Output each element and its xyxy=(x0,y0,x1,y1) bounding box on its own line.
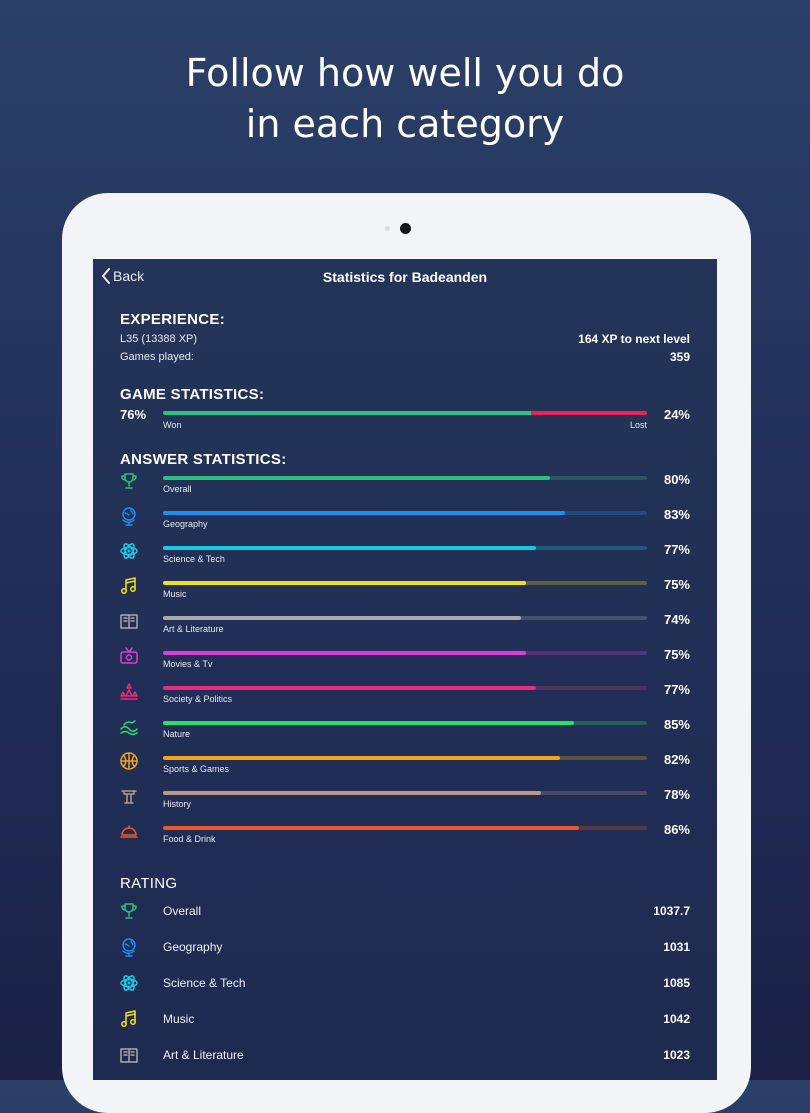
globe-icon xyxy=(119,937,139,957)
rating-category-label: Music xyxy=(163,1012,195,1026)
society-icon xyxy=(119,681,139,701)
promo-headline: Follow how well you do in each category xyxy=(0,48,810,150)
page-title: Statistics for Badeanden xyxy=(322,269,488,285)
book-icon xyxy=(119,1045,139,1065)
trophy-icon xyxy=(119,901,139,921)
rating-category-label: Overall xyxy=(163,904,202,918)
category-percent: 82% xyxy=(663,752,690,767)
answer-bar-fill xyxy=(163,826,580,830)
music-note-icon xyxy=(119,1009,139,1029)
rating-heading: RATING xyxy=(120,875,178,892)
cloche-icon xyxy=(119,821,139,841)
category-label: History xyxy=(163,799,192,809)
answer-bar-fill xyxy=(163,511,565,515)
rating-category-label: Geography xyxy=(163,940,223,954)
answer-bar-fill xyxy=(163,756,560,760)
lost-segment xyxy=(530,411,647,415)
rating-value: 1023 xyxy=(663,1048,690,1062)
camera-dot xyxy=(400,223,411,234)
experience-heading: EXPERIENCE: xyxy=(120,311,225,328)
category-percent: 77% xyxy=(663,682,690,697)
won-percent: 76% xyxy=(120,407,147,422)
category-percent: 75% xyxy=(663,577,690,592)
category-percent: 77% xyxy=(663,542,690,557)
answer-bar-fill xyxy=(163,476,551,480)
rating-row: Art & Literature 1023 xyxy=(93,1042,717,1070)
category-label: Art & Literature xyxy=(163,624,224,634)
music-note-icon xyxy=(119,576,139,596)
category-label: Movies & Tv xyxy=(163,659,213,669)
answer-bar-fill xyxy=(163,616,522,620)
headline-line-1: Follow how well you do xyxy=(185,51,625,95)
category-percent: 74% xyxy=(663,612,690,627)
answer-bar-track xyxy=(163,476,647,480)
category-label: Society & Politics xyxy=(163,694,233,704)
category-percent: 85% xyxy=(663,717,690,732)
answer-bar-fill xyxy=(163,651,526,655)
answer-bar-track xyxy=(163,686,647,690)
answer-bar-fill xyxy=(163,546,536,550)
answer-bar-track xyxy=(163,721,647,725)
next-level-text: 164 XP to next level xyxy=(578,332,690,346)
answer-bar-track xyxy=(163,756,647,760)
win-loss-bar xyxy=(163,411,647,415)
answer-bar-track xyxy=(163,616,647,620)
rating-value: 1037.7 xyxy=(653,904,690,918)
games-played-label: Games played: xyxy=(120,351,194,363)
atom-icon xyxy=(119,973,139,993)
nature-icon xyxy=(119,716,139,736)
answer-bar-track xyxy=(163,581,647,585)
rating-category-label: Science & Tech xyxy=(163,976,246,990)
answer-bar-fill xyxy=(163,686,536,690)
answer-bar-track xyxy=(163,511,647,515)
atom-icon xyxy=(119,541,139,561)
answer-bar-track xyxy=(163,546,647,550)
rating-value: 1042 xyxy=(663,1012,690,1026)
category-percent: 86% xyxy=(663,822,690,837)
rating-row: Music 1042 xyxy=(93,1006,717,1034)
category-percent: 75% xyxy=(663,647,690,662)
book-icon xyxy=(119,611,139,631)
history-icon xyxy=(119,786,139,806)
answer-bar-track xyxy=(163,826,647,830)
game-statistics-heading: GAME STATISTICS: xyxy=(120,386,265,403)
tv-icon xyxy=(119,646,139,666)
lost-label: Lost xyxy=(629,420,647,430)
rating-row: Geography 1031 xyxy=(93,934,717,962)
category-label: Music xyxy=(163,589,187,599)
statistics-screen: Back Statistics for Badeanden EXPERIENCE… xyxy=(93,259,717,1080)
rating-value: 1031 xyxy=(663,940,690,954)
trophy-icon xyxy=(119,471,139,491)
answer-bar-track xyxy=(163,791,647,795)
answer-bar-fill xyxy=(163,791,541,795)
rating-row: Science & Tech 1085 xyxy=(93,970,717,998)
rating-value: 1085 xyxy=(663,976,690,990)
category-label: Science & Tech xyxy=(163,554,225,564)
basketball-icon xyxy=(119,751,139,771)
won-segment xyxy=(163,411,531,415)
answer-bar-fill xyxy=(163,581,526,585)
category-label: Geography xyxy=(163,519,208,529)
category-label: Sports & Games xyxy=(163,764,230,774)
nav-bar: Back Statistics for Badeanden xyxy=(93,259,717,295)
answer-statistics-heading: ANSWER STATISTICS: xyxy=(120,451,287,468)
answer-bar-track xyxy=(163,651,647,655)
category-label: Overall xyxy=(163,484,192,494)
answer-bar-fill xyxy=(163,721,575,725)
sensor-dot xyxy=(385,226,390,231)
category-label: Nature xyxy=(163,729,191,739)
won-label: Won xyxy=(163,420,182,430)
globe-icon xyxy=(119,506,139,526)
rating-category-label: Art & Literature xyxy=(163,1048,244,1062)
category-percent: 83% xyxy=(663,507,690,522)
category-percent: 78% xyxy=(663,787,690,802)
headline-line-2: in each category xyxy=(245,102,565,146)
category-label: Food & Drink xyxy=(163,834,216,844)
games-played-value: 359 xyxy=(669,350,690,364)
rating-row: Overall 1037.7 xyxy=(93,898,717,926)
level-text: L35 (13388 XP) xyxy=(120,333,198,345)
category-percent: 80% xyxy=(663,472,690,487)
